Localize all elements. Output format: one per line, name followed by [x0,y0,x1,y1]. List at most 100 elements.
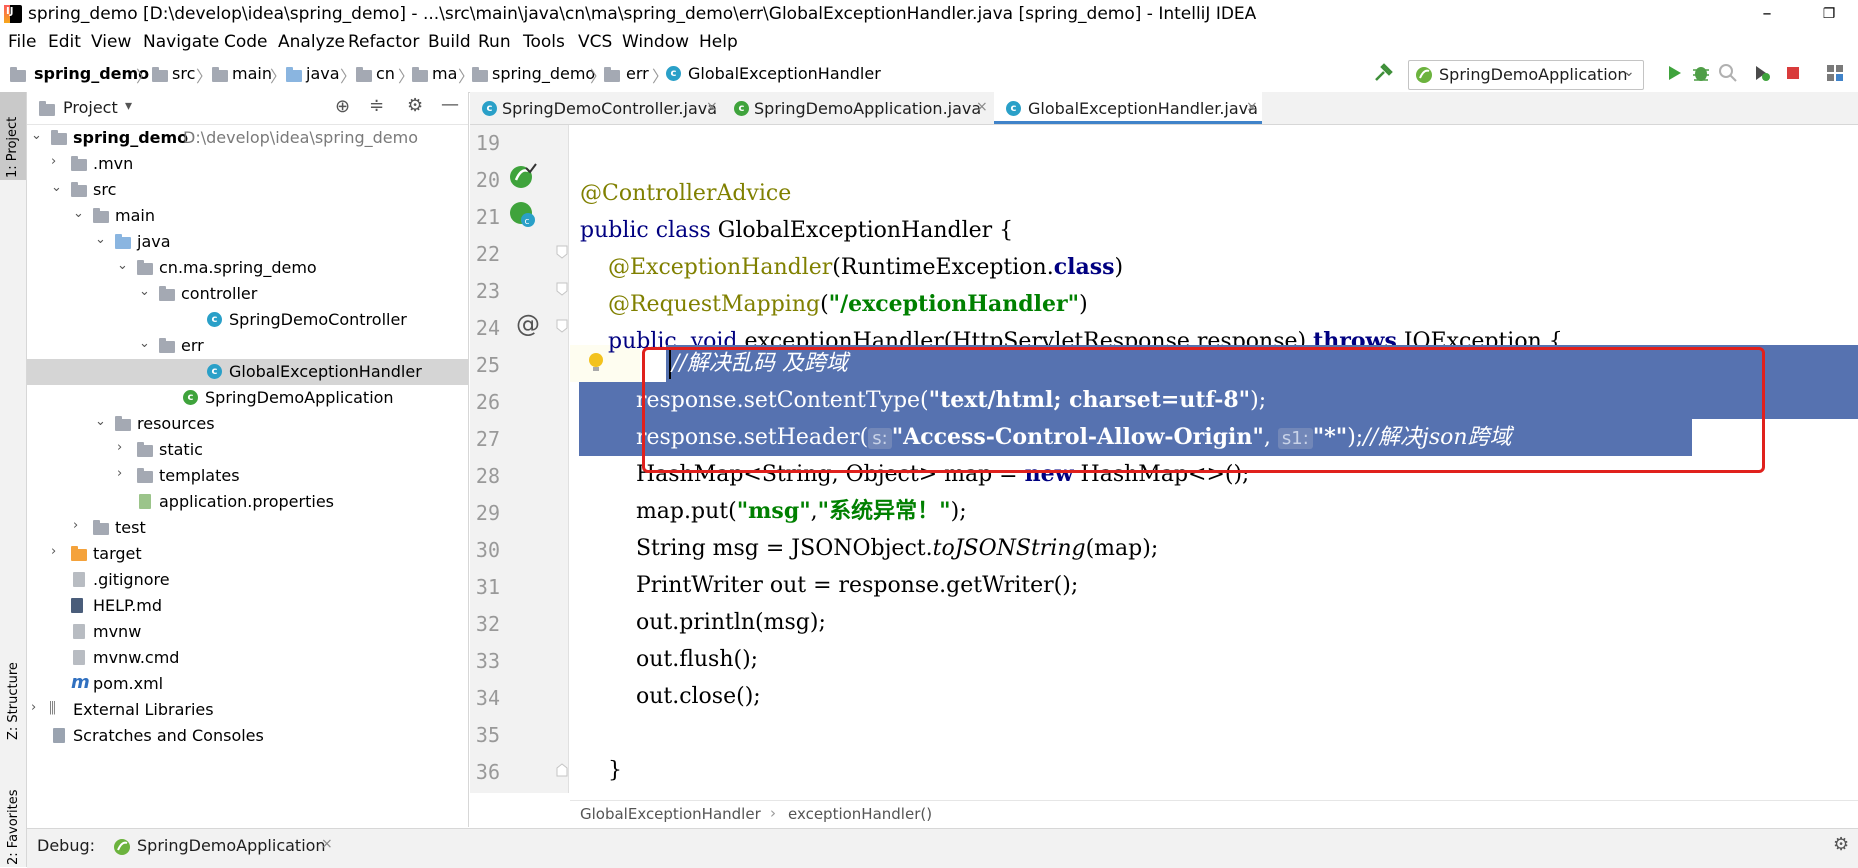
menu-view[interactable]: View [91,32,131,52]
tree-row-scratches[interactable]: Scratches and Consoles [27,723,468,749]
close-icon[interactable]: × [321,836,333,852]
menu-tools[interactable]: Tools [523,32,565,52]
menu-analyze[interactable]: Analyze [278,32,345,52]
fold-icon[interactable] [554,318,570,334]
crumb-src[interactable]: src [172,64,195,83]
chevron-down-icon[interactable]: ⌄ [139,336,150,351]
code-line-20[interactable]: @ControllerAdvice [580,175,791,212]
chevron-down-icon[interactable]: ⌄ [95,232,106,247]
collapse-all-icon[interactable]: ≑ [369,95,384,116]
crumb-ma[interactable]: ma [432,64,457,83]
chevron-right-icon[interactable]: › [117,440,122,455]
tree-row-mvn[interactable]: › .mvn [27,151,468,177]
tree-row-main[interactable]: ⌄ main [27,203,468,229]
chevron-right-icon[interactable]: › [51,544,56,559]
tree-row-globalexceptionhandler[interactable]: c GlobalExceptionHandler [27,359,468,385]
tab-springdemocontroller[interactable]: c SpringDemoController.java × [470,92,722,124]
menu-refactor[interactable]: Refactor [348,32,419,52]
tree-row-pom-xml[interactable]: m pom.xml [27,671,468,697]
stop-icon[interactable] [1782,62,1804,84]
code-line-33[interactable]: out.flush(); [580,641,758,678]
menu-vcs[interactable]: VCS [578,32,612,52]
code-line-30[interactable]: String msg = JSONObject.toJSONString(map… [580,530,1158,567]
crumb-spring-demo-pkg[interactable]: spring_demo [492,64,595,83]
crumb-java[interactable]: java [306,64,340,83]
fold-end-icon[interactable] [554,762,570,778]
project-structure-icon[interactable] [1824,62,1846,84]
menu-navigate[interactable]: Navigate [143,32,219,52]
code-line-36[interactable]: } [580,752,622,789]
chevron-right-icon[interactable]: › [31,700,36,715]
fold-icon[interactable] [554,281,570,297]
menu-window[interactable]: Window [622,32,689,52]
tree-row-mvnw[interactable]: mvnw [27,619,468,645]
code-line-23[interactable]: @RequestMapping("/exceptionHandler") [580,286,1088,323]
gear-icon[interactable]: ⚙ [1833,834,1849,855]
tree-row-controller[interactable]: ⌄ controller [27,281,468,307]
crumb-globalexceptionhandler[interactable]: GlobalExceptionHandler [688,64,881,83]
fold-icon[interactable] [554,244,570,260]
tree-row-static[interactable]: › static [27,437,468,463]
overrides-at-icon[interactable]: @ [516,310,540,338]
tree-row-mvnw-cmd[interactable]: mvnw.cmd [27,645,468,671]
tree-row-help-md[interactable]: HELP.md [27,593,468,619]
tree-row-java[interactable]: ⌄ java [27,229,468,255]
code-line-32[interactable]: out.println(msg); [580,604,826,641]
tree-row-springdemocontroller[interactable]: c SpringDemoController [27,307,468,333]
profile-icon[interactable] [1750,62,1772,84]
tree-row-springdemoapplication[interactable]: c SpringDemoApplication [27,385,468,411]
menu-code[interactable]: Code [224,32,268,52]
chevron-down-icon[interactable]: ⌄ [117,258,128,273]
favorites-tool-label[interactable]: 2: Favorites [6,789,21,865]
tree-row-resources[interactable]: ⌄ resources [27,411,468,437]
chevron-down-icon[interactable]: ⌄ [73,206,84,221]
chevron-down-icon[interactable]: ⌄ [31,128,42,143]
gear-icon[interactable]: ⚙ [407,95,423,116]
chevron-down-icon[interactable]: ▾ [125,98,132,114]
close-icon[interactable]: × [1246,99,1258,115]
tree-row-spring-demo[interactable]: ⌄ spring_demo D:\develop\idea\spring_dem… [27,125,468,151]
code-line-31[interactable]: PrintWriter out = response.getWriter(); [580,567,1078,604]
breadcrumb-method[interactable]: exceptionHandler() [788,805,932,823]
menu-run[interactable]: Run [478,32,511,52]
tree-row-package[interactable]: ⌄ cn.ma.spring_demo [27,255,468,281]
code-line-22[interactable]: @ExceptionHandler(RuntimeException.class… [580,249,1123,286]
tree-row-test[interactable]: › test [27,515,468,541]
code-line-21[interactable]: public class GlobalExceptionHandler { [580,212,1013,249]
menu-help[interactable]: Help [699,32,738,52]
hide-panel-icon[interactable]: — [441,94,459,115]
menu-edit[interactable]: Edit [48,32,81,52]
tree-row-external-libraries[interactable]: › ⫼ External Libraries [27,697,468,723]
run-configuration-select[interactable]: SpringDemoApplication ⌄ [1408,60,1644,90]
menu-file[interactable]: File [8,32,36,52]
tab-globalexceptionhandler[interactable]: c GlobalExceptionHandler.java × [994,92,1262,124]
build-hammer-icon[interactable] [1372,62,1394,84]
project-panel-title[interactable]: Project [63,98,118,117]
crumb-main[interactable]: main [232,64,272,83]
tab-springdemoapplication[interactable]: c SpringDemoApplication.java × [724,92,992,124]
menu-build[interactable]: Build [428,32,471,52]
tree-row-err[interactable]: ⌄ err [27,333,468,359]
chevron-down-icon[interactable]: ⌄ [95,414,106,429]
chevron-right-icon[interactable]: › [117,466,122,481]
minimize-button[interactable]: – [1744,2,1790,26]
close-icon[interactable]: × [976,99,988,115]
crumb-spring-demo[interactable]: spring_demo [34,64,149,83]
spring-bean-gutter-icon[interactable]: c [508,200,538,230]
chevron-down-icon[interactable]: ⌄ [139,284,150,299]
close-icon[interactable]: × [706,99,718,115]
maximize-button[interactable]: ❐ [1806,2,1852,26]
crumb-cn[interactable]: cn [376,64,395,83]
chevron-down-icon[interactable]: ⌄ [51,180,62,195]
tree-row-src[interactable]: ⌄ src [27,177,468,203]
tree-row-templates[interactable]: › templates [27,463,468,489]
coverage-icon[interactable] [1717,62,1739,84]
locate-target-icon[interactable]: ⊕ [335,96,350,117]
breadcrumb-class[interactable]: GlobalExceptionHandler [580,805,761,823]
tree-row-target[interactable]: › target [27,541,468,567]
chevron-right-icon[interactable]: › [51,154,56,169]
chevron-right-icon[interactable]: › [73,518,78,533]
project-tool-label[interactable]: 1: Project [5,117,20,178]
debug-session-tab[interactable]: SpringDemoApplication [137,836,326,855]
debug-bug-icon[interactable] [1690,62,1712,84]
